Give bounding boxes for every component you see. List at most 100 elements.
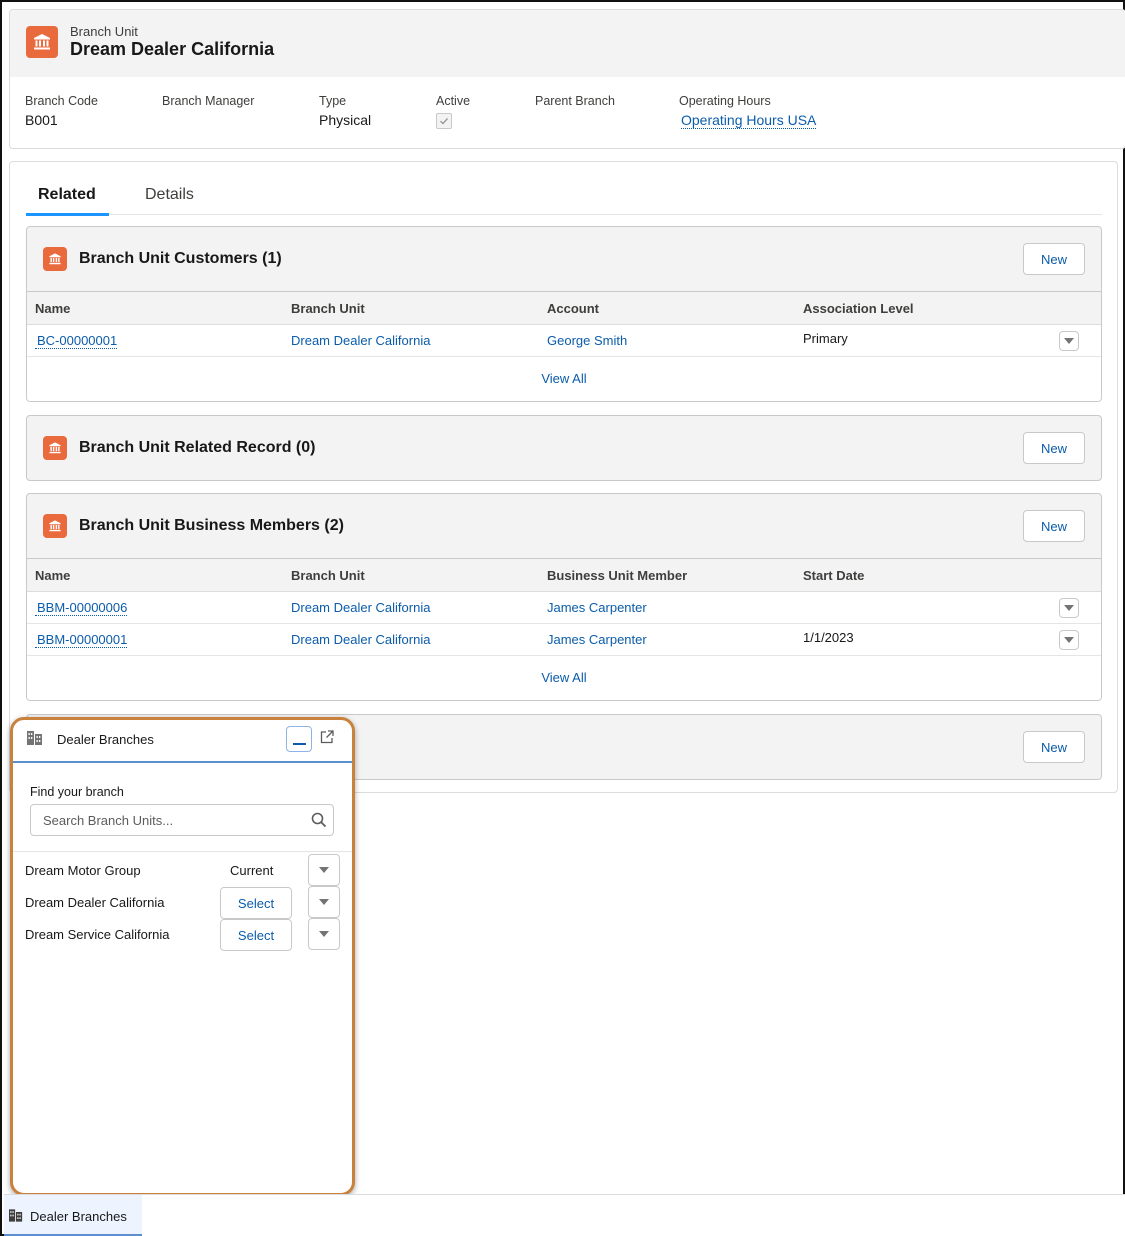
- column-header: Account: [539, 291, 795, 325]
- active-checkbox: [436, 113, 452, 129]
- select-branch-button[interactable]: Select: [220, 887, 292, 919]
- chevron-down-icon: [319, 867, 329, 873]
- branch-unit-link[interactable]: Dream Dealer California: [291, 632, 430, 647]
- new-button[interactable]: New: [1023, 731, 1085, 763]
- field-type: Type Physical: [319, 94, 371, 128]
- field-label: Operating Hours: [679, 94, 771, 108]
- branch-action-menu[interactable]: [308, 886, 340, 918]
- start-date: 1/1/2023: [803, 629, 854, 645]
- tab-related[interactable]: Related: [38, 186, 96, 204]
- table-header-row: Name Branch Unit Business Unit Member St…: [27, 558, 1101, 592]
- related-list-header: Branch Unit Related Record (0) New: [27, 416, 1101, 480]
- dealer-branches-panel: Dealer Branches Find your branch Dream M…: [10, 717, 355, 1196]
- related-list-branch-unit-business-members: Branch Unit Business Members (2) New Nam…: [26, 493, 1102, 701]
- field-label: Parent Branch: [535, 94, 615, 108]
- bank-icon: [43, 247, 67, 271]
- branch-unit-link[interactable]: Dream Dealer California: [291, 333, 430, 348]
- table-row: BBM-00000006 Dream Dealer California Jam…: [27, 591, 1101, 624]
- panel-title: Dealer Branches: [57, 732, 154, 747]
- branch-action-menu[interactable]: [308, 918, 340, 950]
- record-highlights: Branch Unit Dream Dealer California: [10, 10, 1125, 77]
- association-level: Primary: [803, 330, 848, 346]
- chevron-down-icon: [319, 899, 329, 905]
- related-list-branch-unit-related-record: Branch Unit Related Record (0) New: [26, 415, 1102, 481]
- record-name-link[interactable]: BBM-00000006: [35, 600, 128, 616]
- row-action-menu[interactable]: [1059, 629, 1079, 650]
- table-row: BC-00000001 Dream Dealer California Geor…: [27, 324, 1101, 357]
- search-icon[interactable]: [311, 812, 327, 833]
- related-list-title[interactable]: Branch Unit Business Members (2): [79, 517, 344, 535]
- utility-bar-item-dealer-branches[interactable]: Dealer Branches: [4, 1195, 142, 1236]
- new-button[interactable]: New: [1023, 510, 1085, 542]
- column-header: Branch Unit: [283, 291, 539, 325]
- main-card: Related Details Branch Unit Customers (1…: [9, 161, 1118, 793]
- row-action-menu[interactable]: [1059, 597, 1079, 618]
- bank-icon: [43, 514, 67, 538]
- branch-search-field: [30, 804, 334, 836]
- new-button[interactable]: New: [1023, 432, 1085, 464]
- field-value: B001: [25, 112, 58, 128]
- column-header: Branch Unit: [283, 558, 539, 592]
- table-row: BBM-00000001 Dream Dealer California Jam…: [27, 623, 1101, 656]
- column-header: Name: [27, 558, 283, 592]
- branch-unit-link[interactable]: Dream Dealer California: [291, 600, 430, 615]
- app-frame: Branch Unit Dream Dealer California Bran…: [0, 0, 1125, 1236]
- popout-icon[interactable]: [320, 730, 334, 749]
- field-branch-code: Branch Code B001: [25, 94, 98, 128]
- member-link[interactable]: James Carpenter: [547, 632, 647, 647]
- related-list-title[interactable]: Branch Unit Related Record (0): [79, 439, 315, 457]
- branch-search-input[interactable]: [31, 805, 291, 835]
- branch-row: Dream Dealer California Select: [13, 886, 352, 919]
- record-name-link[interactable]: BBM-00000001: [35, 632, 128, 648]
- record-name-link[interactable]: BC-00000001: [35, 333, 118, 349]
- view-all-link[interactable]: View All: [27, 357, 1101, 401]
- utility-bar-label: Dealer Branches: [30, 1209, 127, 1224]
- record-fields: Branch Code B001 Branch Manager Type Phy…: [10, 77, 1125, 148]
- operating-hours-link[interactable]: Operating Hours USA: [681, 112, 817, 129]
- record-tabs: Related Details: [26, 162, 1102, 216]
- building-icon: [9, 1209, 23, 1227]
- bank-icon: [43, 436, 67, 460]
- branch-name: Dream Service California: [25, 927, 170, 942]
- view-all-link[interactable]: View All: [27, 656, 1101, 700]
- related-table: Name Branch Unit Business Unit Member St…: [27, 558, 1101, 656]
- minimize-button[interactable]: [286, 726, 312, 752]
- chevron-down-icon: [1064, 636, 1074, 643]
- column-header: Start Date: [795, 558, 1101, 592]
- record-header: Branch Unit Dream Dealer California Bran…: [9, 9, 1125, 149]
- branch-row: Dream Service California Select: [13, 918, 352, 951]
- minimize-icon: [293, 743, 306, 745]
- field-operating-hours: Operating Hours Operating Hours USA: [679, 94, 817, 129]
- find-branch-label: Find your branch: [30, 785, 124, 799]
- field-label: Active: [436, 94, 471, 108]
- record-title: Dream Dealer California: [70, 39, 275, 59]
- active-tab-indicator: [26, 213, 109, 216]
- object-type-label: Branch Unit: [70, 24, 138, 39]
- field-label: Branch Manager: [162, 94, 255, 108]
- chevron-down-icon: [1064, 337, 1074, 344]
- column-header: Association Level: [795, 291, 1101, 325]
- branch-name: Dream Dealer California: [25, 895, 165, 910]
- chevron-down-icon: [319, 931, 329, 937]
- bank-icon: [26, 26, 58, 58]
- field-label: Type: [319, 94, 347, 108]
- new-button[interactable]: New: [1023, 243, 1085, 275]
- branch-action-menu[interactable]: [308, 854, 340, 886]
- field-branch-manager: Branch Manager: [162, 94, 254, 112]
- account-link[interactable]: George Smith: [547, 333, 627, 348]
- member-link[interactable]: James Carpenter: [547, 600, 647, 615]
- related-list-branch-unit-customers: Branch Unit Customers (1) New Name Branc…: [26, 226, 1102, 402]
- table-header-row: Name Branch Unit Account Association Lev…: [27, 291, 1101, 325]
- related-list-header: Branch Unit Business Members (2) New: [27, 494, 1101, 558]
- related-list-title[interactable]: Branch Unit Customers (1): [79, 250, 282, 268]
- field-label: Branch Code: [25, 94, 98, 108]
- field-active: Active: [436, 94, 470, 129]
- field-value: Physical: [319, 112, 372, 128]
- panel-header: Dealer Branches: [13, 720, 352, 763]
- related-list-header: Branch Unit Customers (1) New: [27, 227, 1101, 291]
- related-table: Name Branch Unit Account Association Lev…: [27, 291, 1101, 357]
- tab-details[interactable]: Details: [145, 186, 194, 204]
- utility-bar: Dealer Branches: [4, 1194, 1125, 1236]
- row-action-menu[interactable]: [1059, 330, 1079, 351]
- select-branch-button[interactable]: Select: [220, 919, 292, 951]
